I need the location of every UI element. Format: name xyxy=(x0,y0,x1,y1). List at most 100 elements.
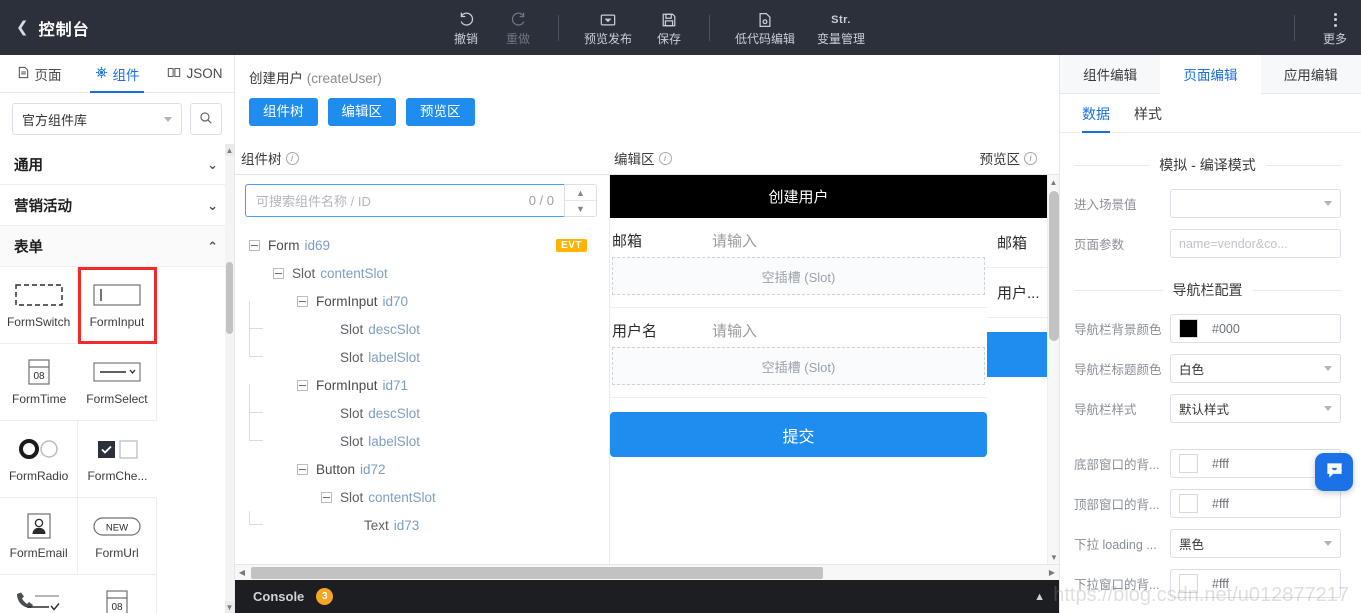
collapse-toggle-icon[interactable] xyxy=(321,491,332,503)
navbar-title-color-select[interactable]: 白色 xyxy=(1170,354,1341,383)
chevron-down-icon[interactable]: ▼ xyxy=(565,201,596,216)
color-swatch[interactable] xyxy=(1179,494,1198,513)
group-title-simulation: 模拟 - 编译模式 xyxy=(1074,155,1342,175)
scroll-down-arrow[interactable]: ▼ xyxy=(1048,550,1060,564)
tab-pages[interactable]: 页面 xyxy=(0,55,78,92)
chevron-left-icon[interactable]: ❮ xyxy=(16,20,29,35)
pulldown-loading-select[interactable]: 黑色 xyxy=(1170,529,1341,558)
preview-publish-button[interactable]: 预览发布 xyxy=(573,0,643,55)
component-library-select[interactable]: 官方组件库 xyxy=(12,103,182,135)
subtab-style[interactable]: 样式 xyxy=(1134,104,1162,132)
tree-node-list[interactable]: Form id69 EVT Slot contentSlot FormInput xyxy=(235,225,609,564)
component-item-formurl[interactable]: NEW FormUrl xyxy=(78,498,157,575)
scroll-up-arrow[interactable]: ▲ xyxy=(225,144,234,156)
save-button[interactable]: 保存 xyxy=(643,0,695,55)
collapse-toggle-icon[interactable] xyxy=(297,379,308,391)
tree-row-button-id72[interactable]: Button id72 xyxy=(249,455,609,483)
chevron-up-icon[interactable]: ▲ xyxy=(1034,591,1045,603)
accordion-marketing[interactable]: 营销活动 ⌄ xyxy=(0,185,234,226)
scroll-right-arrow[interactable]: ▶ xyxy=(1045,568,1059,577)
scrollbar-thumb[interactable] xyxy=(1049,191,1059,342)
right-panel-body[interactable]: 模拟 - 编译模式 进入场景值 页面参数 name=vendor&co... 导… xyxy=(1060,133,1361,613)
top-window-bg-picker[interactable]: #fff xyxy=(1170,489,1341,518)
field-label: 导航栏标题颜色 xyxy=(1074,363,1162,377)
chat-support-button[interactable] xyxy=(1315,453,1353,491)
editor-vertical-scrollbar[interactable]: ▲ ▼ xyxy=(1047,175,1059,564)
tree-row-form-id69[interactable]: Form id69 EVT xyxy=(249,231,609,259)
svg-text:08: 08 xyxy=(34,371,46,382)
edit-field-username[interactable]: 用户名 请输入 空插槽 (Slot) xyxy=(610,308,987,399)
info-circle-icon[interactable]: i xyxy=(285,151,299,165)
undo-button[interactable]: 撤销 xyxy=(440,0,492,55)
tree-row-slot-descslot-71[interactable]: Slot descSlot xyxy=(249,385,609,427)
editor-horizontal-scrollbar[interactable]: ◀ ▶ xyxy=(235,564,1059,580)
chevron-up-icon[interactable]: ▲ xyxy=(565,185,596,202)
tree-row-text-id73[interactable]: Text id73 xyxy=(249,511,609,539)
toggle-preview-button[interactable]: 预览区 xyxy=(406,98,475,127)
pulldown-window-bg-picker[interactable]: #fff xyxy=(1170,569,1341,598)
collapse-toggle-icon[interactable] xyxy=(297,463,308,475)
submit-button[interactable]: 提交 xyxy=(610,412,987,458)
collapse-toggle-icon[interactable] xyxy=(273,267,284,279)
component-item-formswitch[interactable]: FormSwitch xyxy=(0,267,79,344)
component-item-formcheckbox[interactable]: FormChe... xyxy=(78,421,157,498)
tab-page-edit[interactable]: 页面编辑 xyxy=(1160,55,1261,94)
tree-row-forminput-id70[interactable]: FormInput id70 xyxy=(249,287,609,315)
mock-navbar-title: 创建用户 xyxy=(768,189,829,207)
component-item-formdate[interactable]: 08 FormDate xyxy=(78,575,157,613)
scroll-down-arrow[interactable]: ▼ xyxy=(225,601,234,613)
component-item-forminput[interactable]: FormInput xyxy=(78,267,157,344)
tree-row-slot-labelslot-71[interactable]: Slot labelSlot xyxy=(249,413,609,455)
info-circle-icon[interactable]: i xyxy=(658,151,672,165)
color-swatch[interactable] xyxy=(1179,319,1198,338)
component-item-formradio[interactable]: FormRadio xyxy=(0,421,79,498)
navbar-bg-color-picker[interactable]: #000 xyxy=(1170,314,1341,343)
tab-app-edit[interactable]: 应用编辑 xyxy=(1260,55,1361,94)
collapse-toggle-icon[interactable] xyxy=(249,239,260,251)
page-params-input[interactable]: name=vendor&co... xyxy=(1170,229,1341,258)
accordion-general[interactable]: 通用 ⌄ xyxy=(0,144,234,185)
color-swatch[interactable] xyxy=(1179,454,1198,473)
left-panel: 页面 组件 JSON 官方组件库 通用 ⌄ 营销活动 ⌄ 表单 ⌃ FormSw… xyxy=(0,55,235,613)
tree-search-input[interactable]: 可搜索组件名称 / ID 0 / 0 xyxy=(245,184,564,218)
subtab-data[interactable]: 数据 xyxy=(1082,104,1110,133)
accordion-form[interactable]: 表单 ⌃ xyxy=(0,226,234,267)
enter-scene-select[interactable] xyxy=(1170,189,1341,218)
tree-row-forminput-id71[interactable]: FormInput id71 xyxy=(249,371,609,399)
component-item-formphone[interactable]: FormPhone xyxy=(0,575,79,613)
scrollbar-thumb[interactable] xyxy=(226,262,233,334)
tree-row-slot-contentslot[interactable]: Slot contentSlot xyxy=(249,259,609,287)
tab-json[interactable]: JSON xyxy=(156,55,234,92)
empty-slot-dropzone[interactable]: 空插槽 (Slot) xyxy=(612,257,985,296)
variable-manage-button[interactable]: Str. 变量管理 xyxy=(806,0,876,55)
empty-slot-dropzone[interactable]: 空插槽 (Slot) xyxy=(612,347,985,386)
tab-components[interactable]: 组件 xyxy=(78,55,156,93)
edit-field-email[interactable]: 邮箱 请输入 空插槽 (Slot) xyxy=(610,218,987,309)
navbar-style-select[interactable]: 默认样式 xyxy=(1170,394,1341,423)
color-swatch[interactable] xyxy=(1179,574,1198,593)
more-button[interactable]: 更多 xyxy=(1309,0,1361,55)
redo-button[interactable]: 重做 xyxy=(492,0,544,55)
collapse-toggle-icon[interactable] xyxy=(297,295,308,307)
toggle-tree-button[interactable]: 组件树 xyxy=(249,98,318,127)
scroll-left-arrow[interactable]: ◀ xyxy=(235,568,249,577)
component-item-formselect[interactable]: FormSelect xyxy=(78,344,157,421)
console-bar[interactable]: Console 3 ▲ xyxy=(235,580,1059,613)
scrollbar-thumb[interactable] xyxy=(251,567,823,579)
scroll-up-arrow[interactable]: ▲ xyxy=(1048,175,1059,189)
search-button[interactable] xyxy=(190,103,222,135)
toggle-edit-button[interactable]: 编辑区 xyxy=(327,98,396,127)
tree-row-slot-descslot-70[interactable]: Slot descSlot xyxy=(249,301,609,343)
undo-label: 撤销 xyxy=(453,31,478,46)
info-circle-icon[interactable]: i xyxy=(1024,151,1037,165)
lowcode-edit-button[interactable]: 低代码编辑 xyxy=(724,0,806,55)
edit-canvas[interactable]: 创建用户 邮箱 请输入 空插槽 (Slot) 用户名 请输入 空插槽 (Slot… xyxy=(610,175,987,458)
component-library-scroll[interactable]: 通用 ⌄ 营销活动 ⌄ 表单 ⌃ FormSwitch FormInput 08… xyxy=(0,144,234,613)
scrollbar-track[interactable] xyxy=(249,565,1045,580)
tab-component-edit[interactable]: 组件编辑 xyxy=(1060,55,1161,94)
left-panel-scrollbar[interactable]: ▲ ▼ xyxy=(225,144,234,613)
component-item-formemail[interactable]: FormEmail xyxy=(0,498,79,575)
tree-row-slot-contentslot-72[interactable]: Slot contentSlot xyxy=(249,483,609,511)
tree-row-slot-labelslot-70[interactable]: Slot labelSlot xyxy=(249,329,609,371)
component-item-formtime[interactable]: 08 FormTime xyxy=(0,344,79,421)
